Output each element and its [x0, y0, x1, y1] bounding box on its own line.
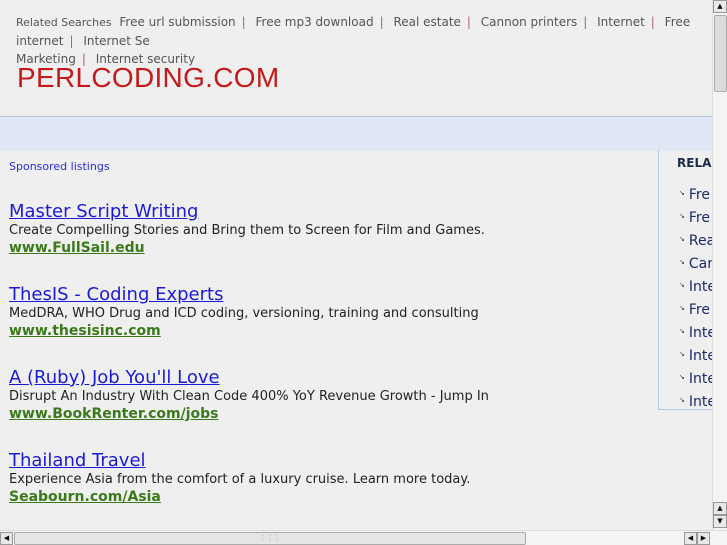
- vertical-scroll-thumb[interactable]: [714, 15, 727, 92]
- sidebar-link-label: Fre: [688, 302, 710, 318]
- sidebar-link[interactable]: ↘Inte: [679, 321, 712, 344]
- separator: |: [241, 15, 246, 29]
- sidebar-link[interactable]: ↘ Fre: [679, 298, 712, 321]
- ad-listing: Master Script Writing Create Compelling …: [9, 202, 485, 257]
- scroll-down-button[interactable]: ▼: [713, 515, 727, 528]
- horizontal-scrollbar[interactable]: ◀ ⋮⋮⋮ ◀ ▶: [0, 530, 727, 545]
- sidebar-link-label: Inte: [688, 394, 712, 410]
- arrow-bullet-icon: ↘: [679, 350, 685, 358]
- ad-url[interactable]: www.thesisinc.com: [9, 323, 479, 340]
- sidebar-link-label: Inte: [688, 325, 712, 341]
- scroll-left-button[interactable]: ◀: [684, 532, 697, 545]
- sidebar-link[interactable]: ↘Rea: [679, 229, 712, 252]
- ad-description: Create Compelling Stories and Bring them…: [9, 223, 485, 238]
- sidebar-link[interactable]: ↘Inte: [679, 344, 712, 367]
- header-band: [0, 116, 712, 151]
- arrow-bullet-icon: ↘: [679, 327, 685, 335]
- ad-title[interactable]: A (Ruby) Job You'll Love: [9, 368, 489, 388]
- scroll-right-button[interactable]: ▶: [697, 532, 710, 545]
- sidebar-link[interactable]: ↘ Fre: [679, 206, 712, 229]
- related-link[interactable]: Real estate: [393, 15, 460, 29]
- separator: |: [466, 15, 471, 29]
- arrow-bullet-icon: ↘: [679, 281, 685, 289]
- related-link[interactable]: Free url submission: [119, 15, 235, 29]
- ad-listing: Thailand Travel Experience Asia from the…: [9, 451, 470, 506]
- related-searches-label: Related Searches: [16, 16, 112, 29]
- sidebar-link-label: Inte: [688, 371, 712, 387]
- sponsored-listings-label[interactable]: Sponsored listings: [9, 160, 110, 173]
- sidebar-link-label: Inte: [688, 279, 712, 295]
- vertical-scrollbar[interactable]: ▲ ▲ ▼: [712, 0, 727, 530]
- sidebar-link-label: Fre: [688, 187, 710, 203]
- sidebar-link-label: Rea: [688, 233, 712, 249]
- related-sidebar: RELA ↘Fre ↘Fre ↘Rea ↘Car ↘Inte ↘Fre ↘Int…: [658, 150, 712, 410]
- scroll-left-button[interactable]: ◀: [0, 532, 13, 545]
- sidebar-link[interactable]: ↘ Fre: [679, 183, 712, 206]
- ad-description: MedDRA, WHO Drug and ICD coding, version…: [9, 306, 479, 321]
- ad-url[interactable]: Seabourn.com/Asia: [9, 489, 470, 506]
- arrow-bullet-icon: ↘: [679, 189, 685, 197]
- scroll-up-button[interactable]: ▲: [713, 0, 727, 13]
- sidebar-link[interactable]: ↘ Car: [679, 252, 712, 275]
- sidebar-link-label: Car: [688, 256, 712, 272]
- site-title[interactable]: PERLCODING.COM: [17, 62, 279, 94]
- arrow-bullet-icon: ↘: [679, 304, 685, 312]
- separator: |: [650, 15, 655, 29]
- arrow-bullet-icon: ↘: [679, 373, 685, 381]
- related-link[interactable]: Cannon printers: [481, 15, 577, 29]
- sidebar-link[interactable]: ↘Inte: [679, 390, 712, 410]
- sidebar-link-label: Fre: [688, 210, 710, 226]
- ad-title[interactable]: Master Script Writing: [9, 202, 485, 222]
- separator: |: [69, 34, 74, 48]
- scroll-up-button[interactable]: ▲: [713, 502, 727, 515]
- sidebar-link[interactable]: ↘Inte: [679, 275, 712, 298]
- horizontal-scroll-thumb[interactable]: ⋮⋮⋮: [14, 532, 526, 545]
- page: Related Searches Free url submission | Fr…: [0, 0, 712, 530]
- arrow-bullet-icon: ↘: [679, 396, 685, 404]
- related-link[interactable]: Free mp3 download: [256, 15, 374, 29]
- related-link[interactable]: Internet: [597, 15, 645, 29]
- ad-title[interactable]: ThesIS - Coding Experts: [9, 285, 479, 305]
- ad-description: Disrupt An Industry With Clean Code 400%…: [9, 389, 489, 404]
- ad-listing: A (Ruby) Job You'll Love Disrupt An Indu…: [9, 368, 489, 423]
- ad-url[interactable]: www.FullSail.edu: [9, 240, 485, 257]
- ad-url[interactable]: www.BookRenter.com/jobs: [9, 406, 489, 423]
- separator: |: [379, 15, 384, 29]
- sidebar-link-label: Inte: [688, 348, 712, 364]
- ad-listing: ThesIS - Coding Experts MedDRA, WHO Drug…: [9, 285, 479, 340]
- arrow-bullet-icon: ↘: [679, 235, 685, 243]
- separator: |: [583, 15, 588, 29]
- ad-title[interactable]: Thailand Travel: [9, 451, 470, 471]
- arrow-bullet-icon: ↘: [679, 212, 685, 220]
- related-link[interactable]: Internet Se: [83, 34, 149, 48]
- sidebar-link[interactable]: ↘Inte: [679, 367, 712, 390]
- related-searches-bar: Related Searches Free url submission | Fr…: [16, 13, 712, 68]
- sidebar-heading: RELA: [677, 156, 712, 170]
- ad-description: Experience Asia from the comfort of a lu…: [9, 472, 471, 487]
- arrow-bullet-icon: ↘: [679, 258, 685, 266]
